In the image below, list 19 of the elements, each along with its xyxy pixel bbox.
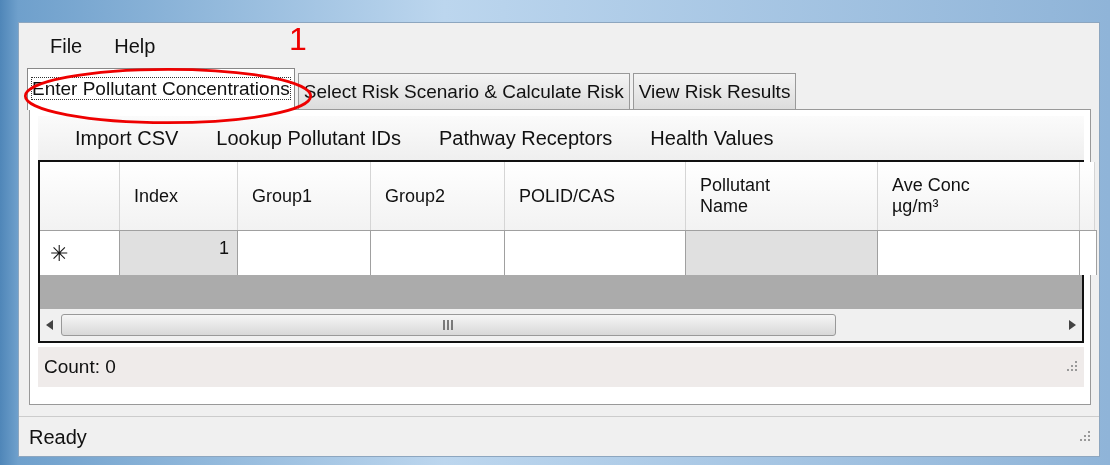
toolbar-button[interactable]: Health Values <box>631 123 793 153</box>
toolbar-button[interactable]: Pathway Receptors <box>419 123 632 153</box>
tab[interactable]: View Risk Results <box>632 72 797 109</box>
column-header[interactable]: Group1 <box>238 162 371 230</box>
toolbar-button[interactable]: Lookup Pollutant IDs <box>197 123 420 153</box>
annotation-number: 1 <box>289 23 307 55</box>
table-cell[interactable]: 1 <box>120 230 238 275</box>
column-header[interactable]: POLID/CAS <box>505 162 686 230</box>
count-label: Count: 0 <box>44 354 116 379</box>
new-row-marker: ✳ <box>40 230 120 275</box>
menu-item[interactable]: Help <box>101 31 175 61</box>
tab[interactable]: Enter Pollutant Concentrations <box>27 68 295 110</box>
column-header[interactable]: Pollutant Name <box>686 162 878 230</box>
menu-item[interactable]: File <box>37 31 102 61</box>
column-header[interactable]: Index <box>120 162 238 230</box>
toolbar-button[interactable]: Import CSV <box>56 123 198 153</box>
column-header[interactable]: Group2 <box>371 162 505 230</box>
column-header[interactable]: Ave Conc µg/m³ <box>878 162 1080 230</box>
status-text: Ready <box>29 424 87 450</box>
